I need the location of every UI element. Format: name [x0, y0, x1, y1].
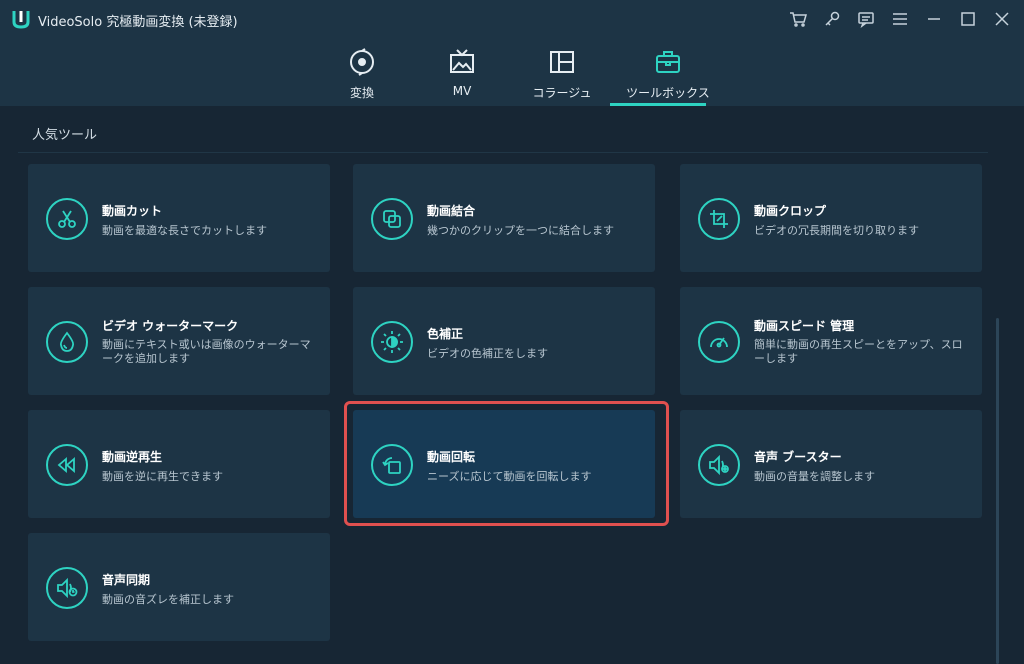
collage-icon	[548, 48, 576, 76]
tab-label: 変換	[349, 86, 374, 100]
highlight-frame	[344, 401, 669, 526]
tool-card-speed[interactable]: 動画スピード 管理 簡単に動画の再生スピーとをアップ、スローします	[680, 287, 982, 395]
window-controls	[786, 7, 1014, 31]
tool-card-watermark[interactable]: ビデオ ウォーターマーク 動画にテキスト或いは画像のウォーターマークを追加します	[28, 287, 330, 395]
key-icon[interactable]	[820, 7, 844, 31]
title-bar: VideoSolo 究極動画変換 (未登録)	[0, 0, 1024, 38]
mv-icon	[448, 48, 476, 76]
tool-title: 動画クロップ	[754, 204, 827, 218]
tab-mv[interactable]: MV	[414, 38, 510, 106]
tool-description: ビデオの冗長期間を切り取ります	[754, 224, 919, 237]
tool-card-video-crop[interactable]: 動画クロップ ビデオの冗長期間を切り取ります	[680, 164, 982, 272]
tool-title: 動画カット	[102, 204, 163, 218]
tool-card-color-correction[interactable]: 色補正 ビデオの色補正をします	[353, 287, 655, 395]
tool-title: 動画逆再生	[102, 450, 163, 464]
section-divider	[18, 152, 988, 153]
minimize-icon[interactable]	[922, 7, 946, 31]
tool-card-audio-sync[interactable]: 音声同期 動画の音ズレを補正します	[28, 533, 330, 641]
app-title: VideoSolo 究極動画変換 (未登録)	[38, 15, 238, 30]
tool-description: 動画の音ズレを補正します	[102, 593, 234, 606]
tab-label: コラージュ	[532, 86, 592, 100]
tool-description: 幾つかのクリップを一つに結合します	[427, 224, 614, 237]
tool-description: 簡単に動画の再生スピーとをアップ、スローします	[754, 338, 963, 365]
crop-icon	[698, 198, 740, 240]
volume-booster-icon	[698, 444, 740, 486]
tab-label: ツールボックス	[626, 86, 710, 100]
app-logo-icon	[12, 11, 30, 29]
reverse-icon	[46, 444, 88, 486]
tool-card-video-cut[interactable]: 動画カット 動画を最適な長さでカットします	[28, 164, 330, 272]
close-icon[interactable]	[990, 7, 1014, 31]
feedback-icon[interactable]	[854, 7, 878, 31]
merge-icon	[371, 198, 413, 240]
tool-description: 動画を最適な長さでカットします	[102, 224, 267, 237]
tool-title: ビデオ ウォーターマーク	[102, 319, 239, 333]
tool-title: 音声 ブースター	[754, 450, 842, 464]
tab-toolbox[interactable]: ツールボックス	[610, 38, 716, 106]
tab-label: MV	[452, 84, 472, 98]
active-tab-indicator	[610, 103, 706, 106]
convert-icon	[348, 48, 376, 76]
watermark-icon	[46, 321, 88, 363]
scrollbar[interactable]	[996, 318, 999, 664]
color-correction-icon	[371, 321, 413, 363]
section-title: 人気ツール	[32, 128, 98, 143]
cart-icon[interactable]	[786, 7, 810, 31]
tab-convert[interactable]: 変換	[314, 38, 410, 106]
tool-card-reverse[interactable]: 動画逆再生 動画を逆に再生できます	[28, 410, 330, 518]
tool-title: 動画結合	[427, 204, 476, 218]
scissors-icon	[46, 198, 88, 240]
tool-card-volume-booster[interactable]: 音声 ブースター 動画の音量を調整します	[680, 410, 982, 518]
tool-description: 動画の音量を調整します	[754, 470, 875, 483]
toolbox-icon	[654, 48, 682, 76]
menu-icon[interactable]	[888, 7, 912, 31]
maximize-icon[interactable]	[956, 7, 980, 31]
speed-icon	[698, 321, 740, 363]
tool-card-video-merge[interactable]: 動画結合 幾つかのクリップを一つに結合します	[353, 164, 655, 272]
main-nav: 変換 MV コラージュ ツールボックス	[0, 38, 1024, 106]
tab-collage[interactable]: コラージュ	[514, 38, 610, 106]
tool-title: 音声同期	[102, 573, 151, 587]
tool-title: 色補正	[427, 327, 464, 341]
tool-description: 動画を逆に再生できます	[102, 470, 223, 483]
audio-sync-icon	[46, 567, 88, 609]
tool-title: 動画スピード 管理	[754, 319, 855, 333]
tool-description: 動画にテキスト或いは画像のウォーターマークを追加します	[102, 338, 311, 365]
tool-description: ビデオの色補正をします	[427, 347, 548, 360]
